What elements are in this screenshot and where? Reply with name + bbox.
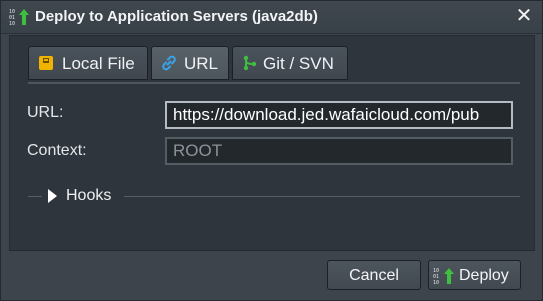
url-input[interactable]: https://download.jed.wafaicloud.com/pub — [165, 101, 513, 129]
expand-arrow-icon[interactable] — [48, 189, 57, 203]
hooks-divider-left — [28, 196, 42, 197]
svg-text:10: 10 — [433, 280, 439, 286]
binary-deploy-icon: 10 01 10 — [433, 266, 457, 286]
dialog-title: Deploy to Application Servers (java2db) — [35, 8, 318, 25]
hooks-divider-right — [124, 196, 520, 197]
archive-icon — [38, 55, 54, 71]
git-branch-icon — [242, 55, 258, 71]
close-icon[interactable]: ✕ — [514, 6, 534, 26]
context-label: Context: — [27, 142, 87, 159]
tab-url[interactable]: URL — [151, 46, 229, 80]
context-input[interactable]: ROOT — [165, 137, 513, 165]
deploy-dialog: 10 01 10 Deploy to Application Servers (… — [0, 0, 543, 301]
cancel-button-label: Cancel — [349, 267, 399, 284]
link-icon — [161, 55, 177, 71]
tab-git-svn[interactable]: Git / SVN — [232, 46, 348, 80]
tab-local-file-label: Local File — [62, 54, 135, 73]
deploy-button[interactable]: 10 01 10 Deploy — [428, 260, 521, 290]
hooks-label[interactable]: Hooks — [66, 187, 111, 205]
dialog-titlebar: 10 01 10 Deploy to Application Servers (… — [1, 1, 542, 34]
cancel-button[interactable]: Cancel — [327, 260, 421, 290]
binary-deploy-icon: 10 01 10 — [9, 7, 31, 27]
hooks-section[interactable]: Hooks — [28, 186, 520, 206]
tab-local-file[interactable]: Local File — [28, 46, 148, 80]
svg-text:10: 10 — [9, 21, 15, 27]
url-label: URL: — [27, 104, 64, 121]
tab-url-label: URL — [184, 54, 219, 73]
tab-git-svn-label: Git / SVN — [263, 54, 334, 73]
tab-divider — [28, 82, 520, 84]
deploy-panel: Local File URL Git / SVN URL: https://do… — [9, 35, 535, 251]
deploy-button-label: Deploy — [459, 267, 509, 284]
